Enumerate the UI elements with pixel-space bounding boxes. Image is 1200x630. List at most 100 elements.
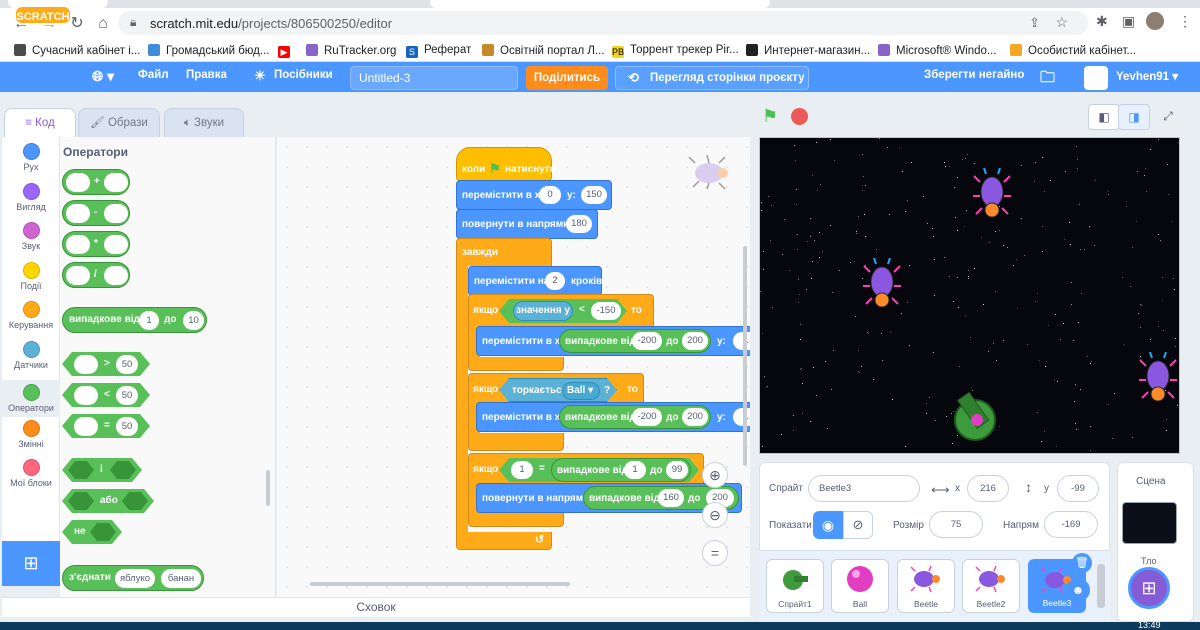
category-looks[interactable]: Вигляд — [2, 183, 60, 212]
block-input[interactable] — [66, 173, 90, 192]
not-block[interactable]: не — [62, 520, 122, 544]
size-field[interactable]: 75 — [929, 511, 983, 538]
if-block-3[interactable]: якщо 1 = випадкове від 1 до 99 — [468, 453, 704, 485]
block-input[interactable]: 10 — [183, 311, 204, 330]
bookmark-item[interactable]: Освітній портал Л... — [482, 44, 605, 57]
project-title-field[interactable] — [350, 66, 518, 90]
when-flag-clicked-block[interactable]: коли ⚑ натиснуто — [456, 147, 556, 181]
bookmark-item[interactable]: S Реферат — [406, 44, 471, 58]
browser-tab-active[interactable] — [430, 0, 770, 8]
bookmark-item[interactable]: Особистий кабінет... — [1010, 44, 1136, 57]
stop-button[interactable] — [791, 108, 808, 125]
join-block[interactable]: з'єднати яблуко банан — [62, 565, 204, 591]
bookmark-item[interactable]: Сучасний кабінет і... — [14, 44, 140, 57]
x-input[interactable]: 0 — [539, 186, 561, 204]
edit-menu[interactable]: Правка — [186, 69, 227, 81]
user-avatar[interactable] — [1084, 66, 1108, 90]
block-input[interactable] — [66, 204, 90, 223]
if-block-1[interactable]: якщо значення у < -150 то — [468, 294, 654, 326]
to-input[interactable]: 200 — [682, 332, 708, 350]
script-horizontal-scrollbar[interactable] — [310, 582, 570, 586]
direction-input[interactable]: 180 — [566, 215, 592, 233]
or-block[interactable]: або — [62, 489, 154, 513]
y-field[interactable]: -99 — [1057, 475, 1099, 502]
from-input[interactable]: 1 — [624, 461, 646, 479]
greater-than-block[interactable]: > 50 — [62, 352, 150, 376]
y-input[interactable]: 1 — [733, 408, 750, 426]
browser-menu-icon[interactable]: ⋮ — [1178, 13, 1192, 30]
boolean-slot[interactable] — [68, 461, 94, 479]
y-input[interactable]: 150 — [581, 186, 607, 204]
compare-input[interactable]: -150 — [591, 302, 621, 320]
go-to-xy-block[interactable]: перемістити в x: 0 y: 150 — [456, 180, 612, 210]
fullscreen-button[interactable]: ⤢ — [1152, 104, 1184, 130]
tab-sounds[interactable]: 🔈︎ Звуки — [164, 108, 244, 138]
sidepanel-icon[interactable]: ▣ — [1122, 13, 1135, 30]
bookmark-item[interactable]: ▶ — [278, 44, 296, 58]
bookmark-item[interactable]: Microsoft® Windo... — [878, 44, 997, 57]
and-block[interactable]: і — [62, 458, 142, 482]
stage-backdrop-thumbnail[interactable] — [1122, 502, 1177, 544]
hide-button[interactable]: ⊘ — [843, 511, 873, 539]
random-reporter[interactable]: випадкове від -200 до 200 — [559, 329, 711, 353]
category-sensing[interactable]: Датчики — [2, 341, 60, 370]
sprite-list-scrollbar[interactable] — [1097, 564, 1105, 608]
sprite-thumb[interactable]: Спрайт1 — [766, 559, 824, 613]
url-bar[interactable]: 🔒︎ scratch.mit.edu/projects/806500250/ed… — [118, 11, 1088, 35]
block-input[interactable]: 50 — [116, 417, 138, 436]
x-field[interactable]: 216 — [967, 475, 1009, 502]
profile-avatar[interactable] — [1146, 12, 1164, 30]
random-block[interactable]: випадкове від 1 до 10 — [62, 307, 207, 333]
my-stuff-folder-icon[interactable]: 🗀 — [1040, 67, 1055, 92]
block-input[interactable] — [74, 386, 98, 405]
go-to-random-block-1[interactable]: перемістити в x: випадкове від -200 до 2… — [476, 326, 750, 356]
backpack[interactable]: Сховок — [2, 597, 750, 617]
show-visible-button[interactable]: ◉ — [813, 511, 843, 539]
tab-costumes[interactable]: 🖌︎ Образи — [78, 108, 160, 138]
boolean-slot[interactable] — [110, 461, 136, 479]
save-now-button[interactable]: Зберегти негайно — [924, 69, 1024, 81]
add-extension-button[interactable]: ⊞ — [2, 541, 60, 586]
block-input[interactable] — [66, 266, 90, 285]
green-flag-button[interactable]: ⚑ — [762, 106, 778, 127]
tab-code[interactable]: ≡ Код — [4, 108, 76, 138]
block-input[interactable] — [74, 355, 98, 374]
category-motion[interactable]: Рух — [2, 143, 60, 172]
script-area[interactable]: коли ⚑ натиснуто перемістити в x: 0 y: 1… — [277, 137, 750, 597]
boolean-slot[interactable] — [90, 523, 116, 541]
category-my-blocks[interactable]: Мої блоки — [2, 459, 60, 488]
from-input[interactable]: 160 — [658, 489, 684, 507]
category-sound[interactable]: Звук — [2, 222, 60, 251]
cannon-sprite[interactable] — [950, 388, 1000, 448]
large-stage-button[interactable]: ◨ — [1118, 104, 1150, 130]
touching-target-dropdown[interactable]: Ball ▾ — [562, 382, 600, 400]
random-reporter[interactable]: випадкове від -200 до 200 — [559, 405, 711, 429]
block-input[interactable]: 50 — [116, 355, 138, 374]
equals-condition[interactable]: 1 = випадкове від 1 до 99 — [499, 458, 699, 482]
equals-block[interactable]: = 50 — [62, 414, 150, 438]
tutorials-menu[interactable]: Посібники — [274, 69, 333, 81]
steps-input[interactable]: 2 — [545, 272, 565, 290]
divide-block[interactable]: / — [62, 262, 130, 288]
extensions-icon[interactable]: ✱ — [1096, 13, 1108, 30]
share-button[interactable]: Поділитись — [526, 66, 608, 90]
go-to-random-block-2[interactable]: перемістити в x: випадкове від -200 до 2… — [476, 402, 750, 432]
bookmark-item[interactable]: RuTracker.org — [306, 44, 396, 57]
beetle-sprite[interactable] — [972, 168, 1012, 224]
from-input[interactable]: -200 — [632, 408, 662, 426]
y-position-reporter[interactable]: значення у — [513, 301, 573, 321]
choose-backdrop-button[interactable]: ⊞ — [1128, 567, 1170, 609]
stage-canvas[interactable] — [759, 137, 1180, 454]
add-block[interactable]: + — [62, 169, 130, 195]
less-than-condition[interactable]: значення у < -150 — [499, 299, 627, 323]
beetle-sprite[interactable] — [862, 258, 902, 314]
random-reporter[interactable]: випадкове від 1 до 99 — [551, 458, 691, 482]
block-input[interactable] — [104, 173, 128, 192]
block-input[interactable]: 50 — [116, 386, 138, 405]
zoom-out-button[interactable]: ⊖ — [702, 502, 728, 528]
touching-condition[interactable]: торкається Ball ▾ ? — [499, 378, 617, 402]
zoom-in-button[interactable]: ⊕ — [702, 462, 728, 488]
bookmark-item[interactable]: Интернет-магазин... — [746, 44, 870, 57]
block-input[interactable]: яблуко — [115, 569, 155, 588]
move-steps-block[interactable]: перемістити на 2 кроків — [468, 266, 602, 296]
